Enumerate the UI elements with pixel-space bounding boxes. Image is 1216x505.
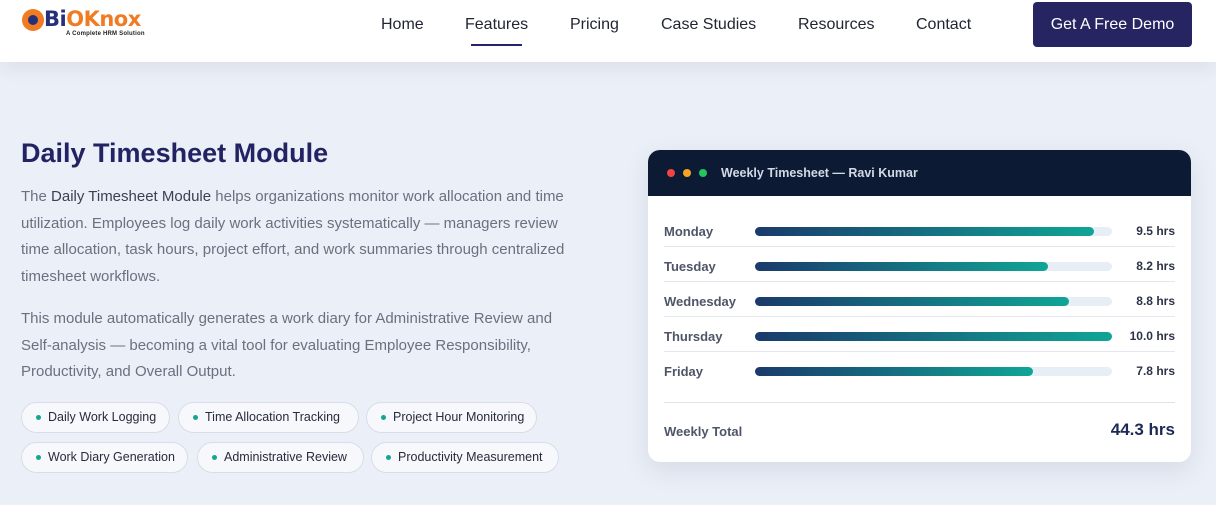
logo-tagline: A Complete HRM Solution — [66, 31, 145, 37]
feature-chip: Work Diary Generation — [21, 442, 188, 473]
logo-wordmark: BiOKnox — [44, 7, 141, 31]
brand-logo[interactable]: BiOKnox A Complete HRM Solution — [22, 7, 162, 41]
work-diary-paragraph: This module automatically generates a wo… — [21, 310, 553, 381]
nav-contact[interactable]: Contact — [916, 16, 971, 36]
timesheet-row: Friday 7.8 hrs — [664, 352, 1175, 387]
feature-chip: Productivity Measurement — [371, 442, 559, 473]
intro-paragraph: The Daily Timesheet Module helps organiz… — [21, 188, 565, 286]
hours-bar — [755, 227, 1095, 236]
hours-bar — [755, 262, 1048, 271]
weekly-total-value: 44.3 hrs — [1110, 420, 1175, 439]
day-label: Thursday — [664, 329, 723, 344]
hours-bar-track — [755, 262, 1112, 271]
day-label: Wednesday — [664, 294, 737, 309]
hours-bar-track — [755, 227, 1112, 236]
window-dot-icon — [683, 169, 691, 177]
timesheet-row: Monday 9.5 hrs — [664, 212, 1175, 247]
timesheet-row: Wednesday 8.8 hrs — [664, 282, 1175, 317]
hours-bar — [755, 332, 1112, 341]
feature-chip: Daily Work Logging — [21, 402, 170, 433]
feature-chip: Administrative Review — [197, 442, 364, 473]
hours-value: 8.2 hrs — [1136, 259, 1175, 273]
section-title: Daily Timesheet Module — [21, 138, 329, 168]
nav-resources[interactable]: Resources — [798, 16, 874, 36]
weekly-total-label: Weekly Total — [664, 424, 743, 439]
nav-home[interactable]: Home — [381, 16, 424, 36]
day-label: Friday — [664, 364, 704, 379]
bullet-dot-icon — [381, 415, 386, 420]
bullet-dot-icon — [193, 415, 198, 420]
hours-bar-track — [755, 297, 1112, 306]
window-dot-icon — [667, 169, 675, 177]
site-header: BiOKnox A Complete HRM Solution Home Fea… — [0, 0, 1216, 62]
bullet-dot-icon — [36, 455, 41, 460]
day-label: Monday — [664, 224, 714, 239]
hours-value: 9.5 hrs — [1136, 224, 1175, 238]
hours-bar — [755, 367, 1034, 376]
card-title: Weekly Timesheet — Ravi Kumar — [721, 166, 918, 180]
bullet-dot-icon — [212, 455, 217, 460]
hours-value: 10.0 hrs — [1129, 329, 1175, 343]
nav-features[interactable]: Features — [465, 16, 528, 46]
feature-chip: Time Allocation Tracking — [178, 402, 359, 433]
bullet-dot-icon — [36, 415, 41, 420]
timesheet-row: Thursday 10.0 hrs — [664, 317, 1175, 352]
nav-case-studies[interactable]: Case Studies — [661, 16, 756, 36]
hours-value: 8.8 hrs — [1136, 294, 1175, 308]
logo-mark-icon — [22, 9, 44, 31]
bullet-dot-icon — [386, 455, 391, 460]
window-dot-icon — [699, 169, 707, 177]
feature-chip: Project Hour Monitoring — [366, 402, 537, 433]
card-header: Weekly Timesheet — Ravi Kumar — [648, 150, 1191, 196]
timesheet-row: Tuesday 8.2 hrs — [664, 247, 1175, 282]
weekly-timesheet-card: Weekly Timesheet — Ravi Kumar Monday 9.5… — [648, 150, 1191, 462]
hours-bar-track — [755, 367, 1112, 376]
get-free-demo-button[interactable]: Get A Free Demo — [1033, 2, 1192, 47]
module-name: Daily Timesheet Module — [51, 188, 212, 205]
hours-bar-track — [755, 332, 1112, 341]
nav-pricing[interactable]: Pricing — [570, 16, 619, 36]
total-divider — [664, 402, 1175, 403]
hours-bar — [755, 297, 1070, 306]
hours-value: 7.8 hrs — [1136, 364, 1175, 378]
day-label: Tuesday — [664, 259, 716, 274]
